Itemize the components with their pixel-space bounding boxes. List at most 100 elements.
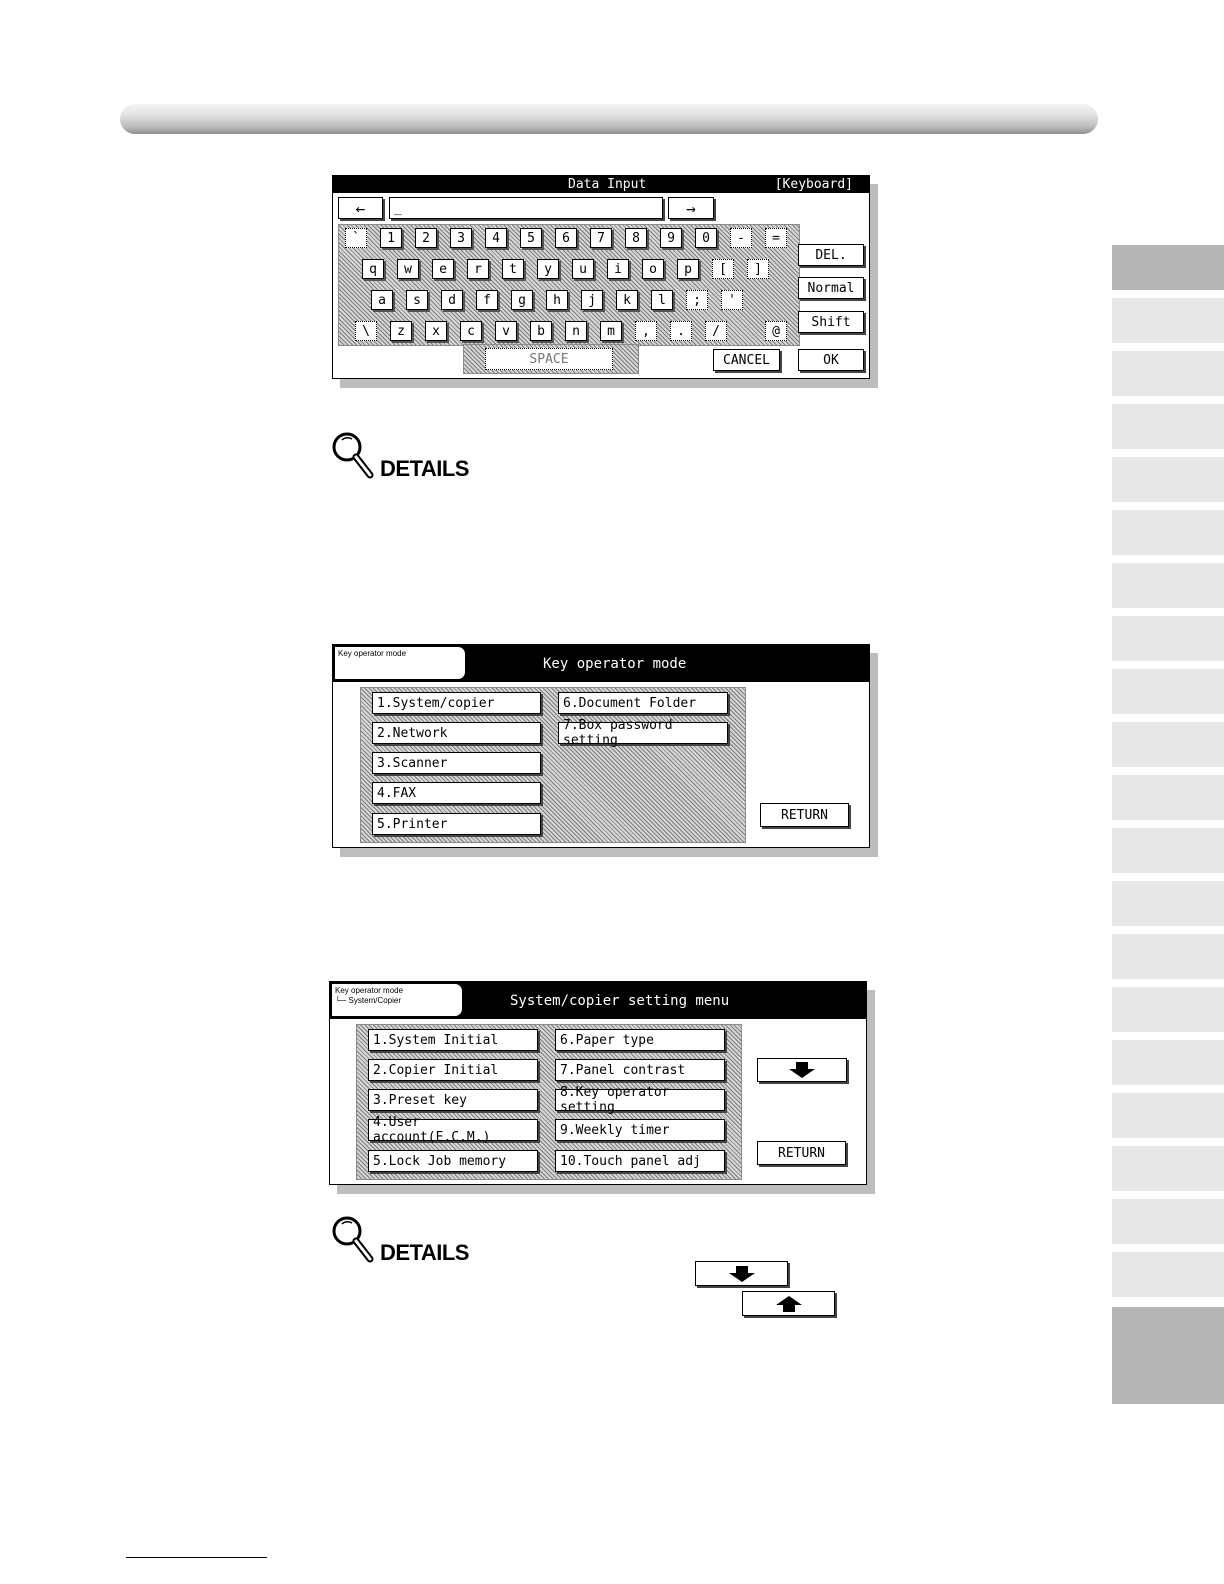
key-semicolon[interactable]: ; <box>686 290 708 310</box>
cursor-left-button[interactable]: ← <box>338 197 383 219</box>
ok-button[interactable]: OK <box>798 349 864 371</box>
side-tab[interactable] <box>1112 828 1224 873</box>
side-tab[interactable] <box>1112 934 1224 979</box>
key-n[interactable]: n <box>565 321 587 341</box>
key-k[interactable]: k <box>616 290 638 310</box>
menu-printer[interactable]: 5.Printer <box>372 813 541 835</box>
cursor-right-button[interactable]: → <box>668 197 714 219</box>
side-tab[interactable] <box>1112 987 1224 1032</box>
key-q[interactable]: q <box>362 259 384 279</box>
side-tab[interactable] <box>1112 245 1224 290</box>
key-at[interactable]: @ <box>765 321 787 341</box>
key-o[interactable]: o <box>642 259 664 279</box>
menu-paper-type[interactable]: 6.Paper type <box>555 1029 725 1051</box>
key-j[interactable]: j <box>581 290 603 310</box>
key-t[interactable]: t <box>502 259 524 279</box>
key-6[interactable]: 6 <box>555 228 577 248</box>
key-5[interactable]: 5 <box>520 228 542 248</box>
menu-panel-contrast[interactable]: 7.Panel contrast <box>555 1059 725 1081</box>
menu-scanner[interactable]: 3.Scanner <box>372 752 541 774</box>
menu-copier-initial[interactable]: 2.Copier Initial <box>368 1059 538 1081</box>
side-tab-active[interactable] <box>1112 1307 1224 1404</box>
menu-user-account[interactable]: 4.User account(E.C.M.) <box>368 1115 538 1145</box>
side-tab[interactable] <box>1112 563 1224 608</box>
key-4[interactable]: 4 <box>485 228 507 248</box>
return-button[interactable]: RETURN <box>760 803 849 827</box>
space-key[interactable]: SPACE <box>485 348 613 370</box>
key-u[interactable]: u <box>572 259 594 279</box>
menu-key-operator-setting[interactable]: 8.Key operator setting <box>555 1085 725 1115</box>
system-copier-title: System/copier setting menu <box>510 993 730 1009</box>
side-tab[interactable] <box>1112 1146 1224 1191</box>
return-button[interactable]: RETURN <box>757 1141 846 1165</box>
key-left-bracket[interactable]: [ <box>712 259 734 279</box>
key-period[interactable]: . <box>670 321 692 341</box>
scroll-down-button[interactable] <box>757 1058 847 1082</box>
key-p[interactable]: p <box>677 259 699 279</box>
key-9[interactable]: 9 <box>660 228 682 248</box>
key-2[interactable]: 2 <box>415 228 437 248</box>
key-y[interactable]: y <box>537 259 559 279</box>
key-g[interactable]: g <box>511 290 533 310</box>
key-l[interactable]: l <box>651 290 673 310</box>
key-7[interactable]: 7 <box>590 228 612 248</box>
key-apostrophe[interactable]: ' <box>721 290 743 310</box>
key-r[interactable]: r <box>467 259 489 279</box>
side-tab[interactable] <box>1112 404 1224 449</box>
side-tab[interactable] <box>1112 1093 1224 1138</box>
key-w[interactable]: w <box>397 259 419 279</box>
side-tab[interactable] <box>1112 457 1224 502</box>
key-backslash[interactable]: \ <box>355 321 377 341</box>
side-tab[interactable] <box>1112 351 1224 396</box>
side-tab[interactable] <box>1112 722 1224 767</box>
side-tab[interactable] <box>1112 616 1224 661</box>
key-a[interactable]: a <box>371 290 393 310</box>
side-tab[interactable] <box>1112 1040 1224 1085</box>
key-slash[interactable]: / <box>705 321 727 341</box>
menu-preset-key[interactable]: 3.Preset key <box>368 1089 538 1111</box>
key-z[interactable]: z <box>390 321 412 341</box>
side-tab[interactable] <box>1112 1252 1224 1297</box>
key-x[interactable]: x <box>425 321 447 341</box>
key-d[interactable]: d <box>441 290 463 310</box>
key-0[interactable]: 0 <box>695 228 717 248</box>
side-tab[interactable] <box>1112 510 1224 555</box>
key-equals[interactable]: = <box>765 228 787 248</box>
key-b[interactable]: b <box>530 321 552 341</box>
key-right-bracket[interactable]: ] <box>747 259 769 279</box>
side-tab[interactable] <box>1112 775 1224 820</box>
data-input-field[interactable]: _ <box>389 197 663 219</box>
key-1[interactable]: 1 <box>380 228 402 248</box>
breadcrumb-text: Key operator mode <box>338 649 407 658</box>
key-m[interactable]: m <box>600 321 622 341</box>
side-tab[interactable] <box>1112 1199 1224 1244</box>
key-i[interactable]: i <box>607 259 629 279</box>
side-tab[interactable] <box>1112 298 1224 343</box>
menu-system-initial[interactable]: 1.System Initial <box>368 1029 538 1051</box>
delete-button[interactable]: DEL. <box>798 244 864 266</box>
key-backtick[interactable]: ` <box>345 228 367 248</box>
key-h[interactable]: h <box>546 290 568 310</box>
key-s[interactable]: s <box>406 290 428 310</box>
menu-network[interactable]: 2.Network <box>372 722 541 744</box>
key-v[interactable]: v <box>495 321 517 341</box>
shift-button[interactable]: Shift <box>798 311 864 333</box>
menu-lock-job-memory[interactable]: 5.Lock Job memory <box>368 1150 538 1172</box>
cancel-button[interactable]: CANCEL <box>713 349 780 371</box>
menu-box-password-setting[interactable]: 7.Box password setting <box>558 718 728 748</box>
key-c[interactable]: c <box>460 321 482 341</box>
menu-document-folder[interactable]: 6.Document Folder <box>558 692 728 714</box>
key-3[interactable]: 3 <box>450 228 472 248</box>
menu-system-copier[interactable]: 1.System/copier <box>372 692 541 714</box>
normal-button[interactable]: Normal <box>798 277 864 299</box>
key-f[interactable]: f <box>476 290 498 310</box>
side-tab[interactable] <box>1112 669 1224 714</box>
key-minus[interactable]: - <box>730 228 752 248</box>
key-comma[interactable]: , <box>635 321 657 341</box>
side-tab[interactable] <box>1112 881 1224 926</box>
key-8[interactable]: 8 <box>625 228 647 248</box>
menu-fax[interactable]: 4.FAX <box>372 782 541 804</box>
menu-touch-panel-adj[interactable]: 10.Touch panel adj <box>555 1150 725 1172</box>
menu-weekly-timer[interactable]: 9.Weekly timer <box>555 1119 725 1141</box>
key-e[interactable]: e <box>432 259 454 279</box>
